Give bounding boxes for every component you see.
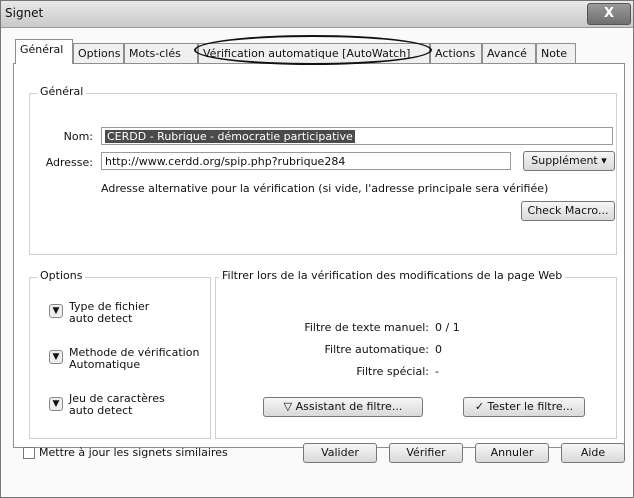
tab-keywords[interactable]: Mots-clés: [124, 43, 198, 63]
title-bar: Signet X: [1, 1, 633, 28]
name-label: Nom:: [63, 130, 93, 143]
highlight-oval: [194, 35, 432, 65]
bookmark-dialog: Signet X Général Options Mots-clés Vérif…: [0, 0, 634, 498]
charset-chevron-icon[interactable]: ▼: [49, 397, 63, 411]
alternative-address-label: Adresse alternative pour la vérification…: [101, 182, 549, 195]
file-type-chevron-icon[interactable]: ▼: [49, 304, 63, 318]
supplement-button[interactable]: Supplément ▾: [523, 151, 615, 171]
verify-button[interactable]: Vérifier: [389, 443, 463, 463]
special-filter-value: -: [435, 365, 439, 378]
window-title: Signet: [5, 6, 44, 20]
update-similar-checkbox[interactable]: [23, 447, 35, 459]
general-group-title: Général: [37, 85, 87, 98]
auto-filter-value: 0: [435, 343, 442, 356]
close-button[interactable]: X: [587, 3, 631, 25]
check-macro-button[interactable]: Check Macro...: [521, 201, 615, 221]
help-button[interactable]: Aide: [561, 443, 625, 463]
special-filter-label: Filtre spécial:: [356, 365, 429, 378]
tab-options[interactable]: Options: [73, 43, 124, 63]
address-label: Adresse:: [45, 156, 93, 169]
address-input[interactable]: http://www.cerdd.org/spip.php?rubrique28…: [101, 152, 511, 170]
filter-assistant-label: Assistant de filtre...: [295, 400, 403, 413]
tab-actions[interactable]: Actions: [430, 43, 482, 63]
tab-advanced[interactable]: Avancé: [482, 43, 536, 63]
manual-filter-label: Filtre de texte manuel:: [304, 321, 429, 334]
tab-general[interactable]: Général: [15, 39, 73, 64]
name-value: CERDD - Rubrique - démocratie participat…: [105, 130, 355, 143]
validate-button[interactable]: Valider: [303, 443, 377, 463]
cancel-button[interactable]: Annuler: [475, 443, 549, 463]
test-filter-button[interactable]: ✓ Tester le filtre...: [463, 397, 585, 417]
auto-filter-label: Filtre automatique:: [324, 343, 429, 356]
manual-filter-value: 0 / 1: [435, 321, 460, 334]
general-group: [29, 93, 617, 255]
checkmark-icon: ✓: [474, 400, 485, 413]
filter-assistant-button[interactable]: ▽ Assistant de filtre...: [263, 397, 423, 417]
filter-group-title: Filtrer lors de la vérification des modi…: [219, 269, 566, 282]
check-method-value: Automatique: [69, 358, 141, 371]
funnel-icon: ▽: [283, 400, 293, 413]
file-type-value: auto detect: [69, 312, 133, 325]
charset-value: auto detect: [69, 404, 133, 417]
name-input[interactable]: CERDD - Rubrique - démocratie participat…: [101, 127, 613, 145]
tab-note[interactable]: Note: [536, 43, 576, 63]
options-group-title: Options: [37, 269, 86, 282]
check-method-chevron-icon[interactable]: ▼: [49, 350, 63, 364]
test-filter-label: Tester le filtre...: [487, 400, 574, 413]
update-similar-label: Mettre à jour les signets similaires: [39, 446, 228, 459]
